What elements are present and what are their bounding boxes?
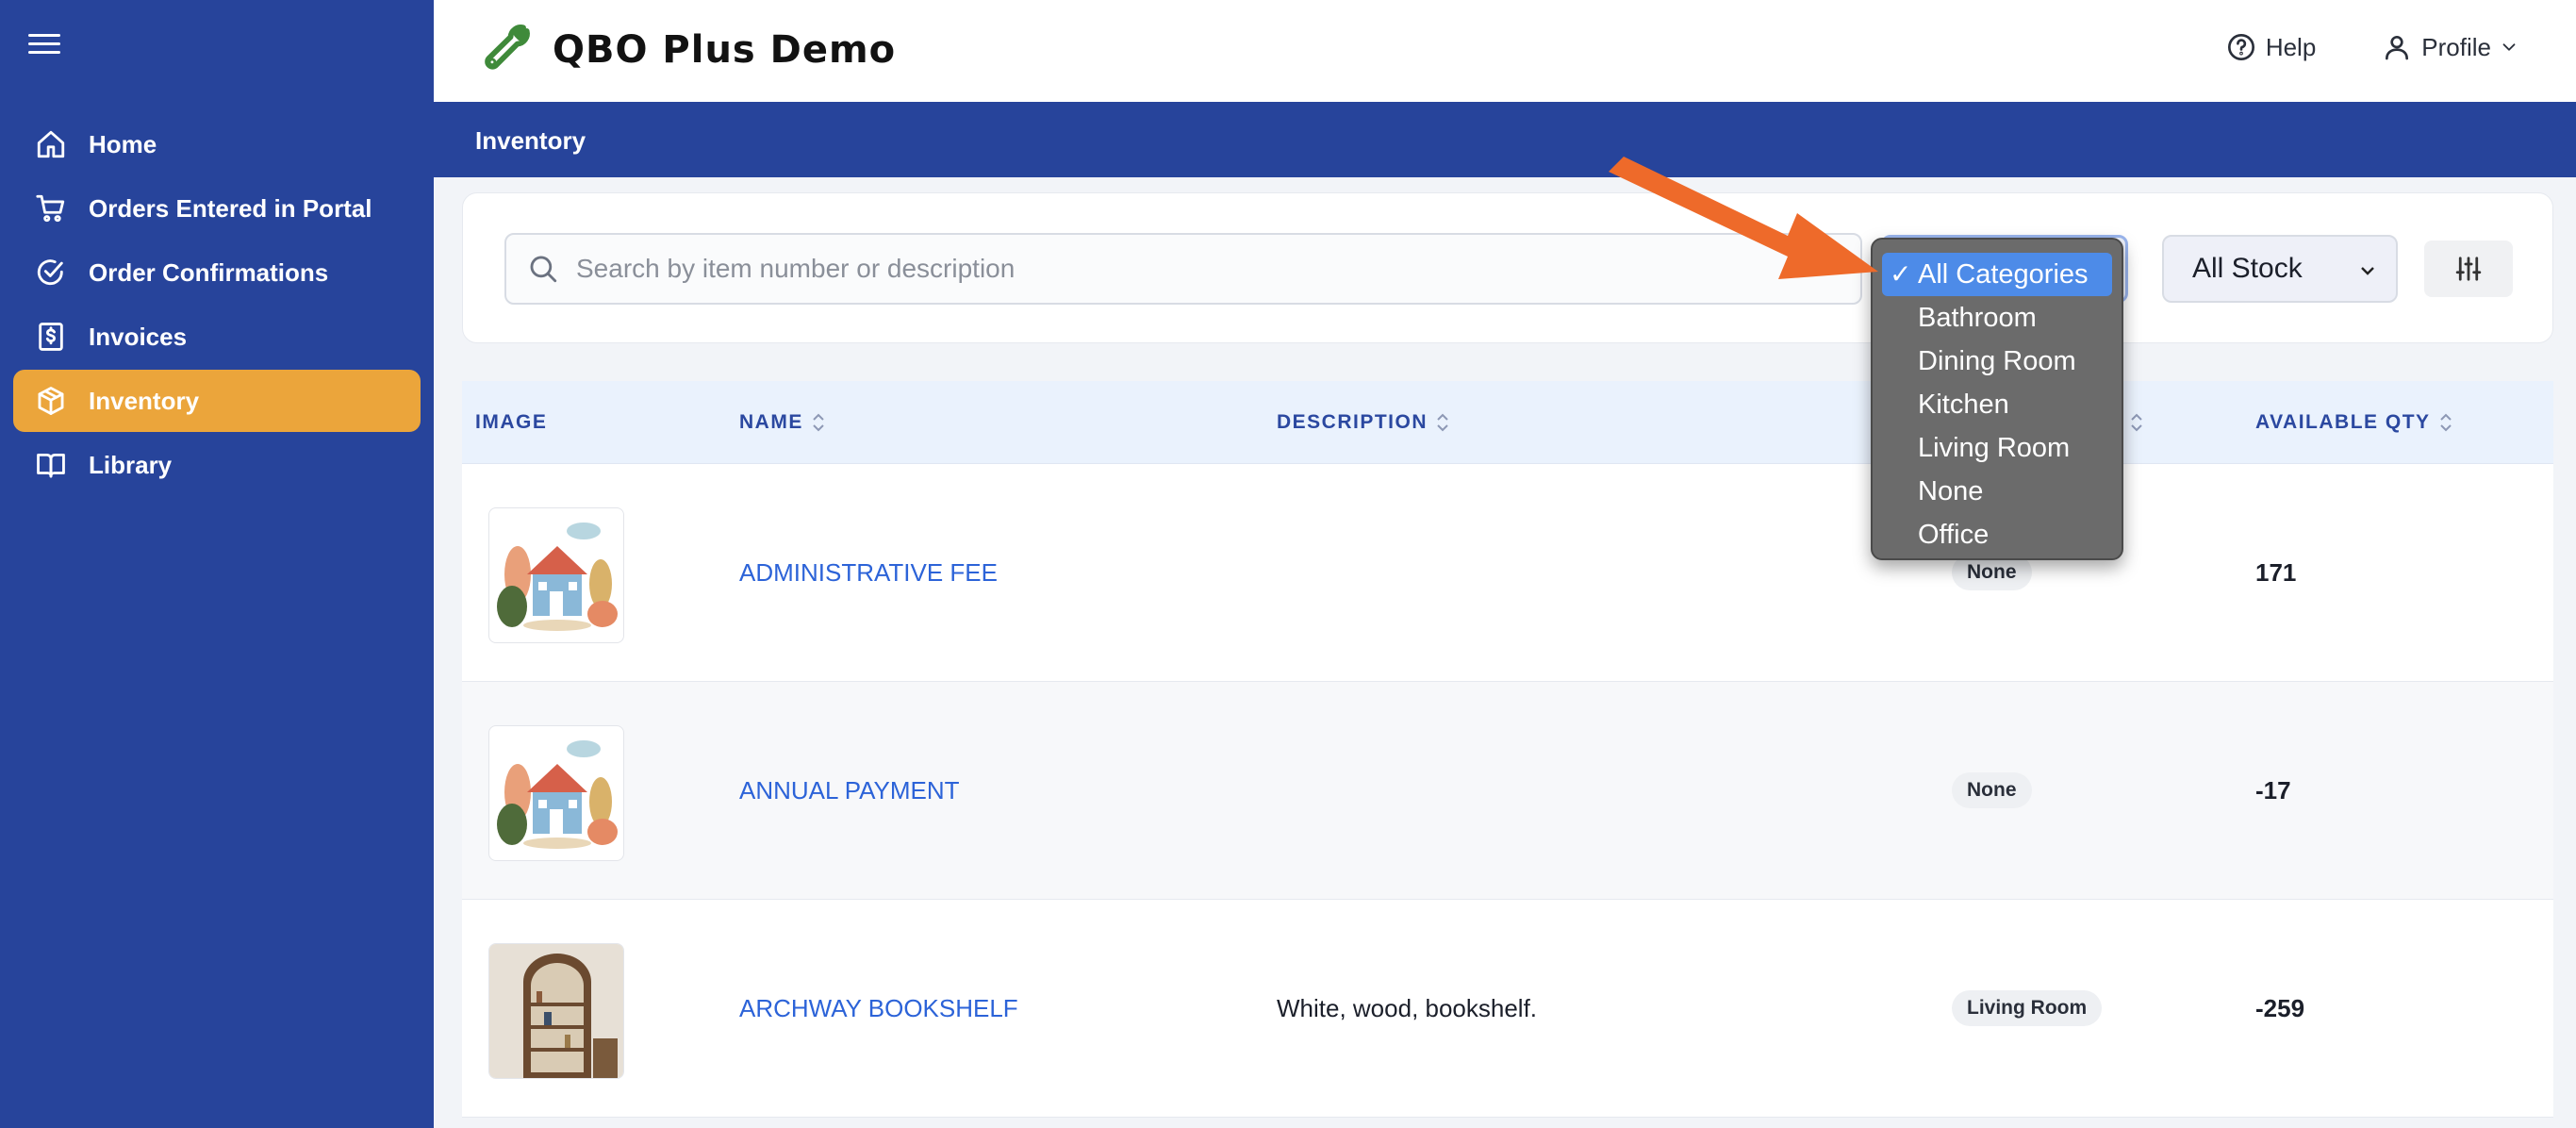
available-qty: 171 [2255, 558, 2297, 587]
help-button[interactable]: Help [2226, 32, 2316, 62]
column-header-description[interactable]: DESCRIPTION [1277, 411, 1450, 434]
column-header-image: IMAGE [475, 410, 548, 433]
sidebar-item-library[interactable]: Library [13, 434, 421, 496]
column-header-category[interactable] [2122, 411, 2144, 434]
invoice-dollar-icon [32, 318, 70, 356]
category-option-kitchen[interactable]: Kitchen [1882, 383, 2112, 426]
category-badge: Living Room [1952, 990, 2103, 1026]
sidebar-item-label: Home [89, 129, 157, 158]
category-option-office[interactable]: Office [1882, 513, 2112, 556]
sidebar-item-label: Order Confirmations [89, 257, 329, 287]
table-row[interactable]: ADMINISTRATIVE FEE None 171 [462, 464, 2553, 682]
category-dropdown-menu: ✓ All Categories Bathroom Dining Room Ki… [1871, 238, 2123, 560]
item-image-house [488, 725, 624, 861]
available-qty: -17 [2255, 776, 2291, 805]
category-option-dining-room[interactable]: Dining Room [1882, 340, 2112, 383]
page-title: Inventory [434, 102, 2576, 177]
app-title: QBO Plus Demo [553, 28, 897, 72]
brand: QBO Plus Demo [477, 23, 896, 77]
wrench-icon [485, 25, 530, 70]
user-icon [2386, 36, 2409, 60]
home-icon [32, 125, 70, 163]
sidebar-item-orders[interactable]: Orders Entered in Portal [13, 177, 421, 240]
sort-icon [2438, 411, 2453, 434]
available-qty: -259 [2255, 994, 2305, 1022]
column-header-name[interactable]: NAME [739, 411, 826, 434]
category-option-living-room[interactable]: Living Room [1882, 426, 2112, 470]
item-image-bookshelf [488, 943, 624, 1079]
search-icon [530, 256, 557, 283]
profile-label: Profile [2421, 32, 2491, 61]
sidebar-item-order-confirmations[interactable]: Order Confirmations [13, 241, 421, 304]
menu-icon[interactable] [28, 28, 60, 60]
sidebar-nav: Home Orders Entered in Portal Order Conf… [13, 113, 421, 498]
item-name-link[interactable]: ARCHWAY BOOKSHELF [739, 994, 1018, 1023]
sort-icon [811, 411, 826, 434]
sort-icon [1435, 411, 1450, 434]
filter-bar: All Stock [462, 192, 2553, 343]
sidebar-item-label: Inventory [89, 386, 200, 415]
item-image-house [488, 507, 624, 643]
category-badge: None [1952, 772, 2032, 808]
cart-icon [32, 190, 70, 227]
category-option-none[interactable]: None [1882, 470, 2112, 513]
item-description: White, wood, bookshelf. [1277, 994, 1538, 1022]
chevron-down-icon [2361, 267, 2374, 275]
column-header-available-qty[interactable]: AVAILABLE QTY [2255, 411, 2453, 434]
inventory-table: IMAGE NAME DESCRIPTION AVAILABLE QTY ADM… [462, 381, 2553, 1118]
sidebar-item-inventory[interactable]: Inventory [13, 370, 421, 432]
book-icon [32, 446, 70, 484]
category-option-all[interactable]: ✓ All Categories [1882, 253, 2112, 296]
sidebar-item-label: Orders Entered in Portal [89, 193, 372, 223]
item-name-link[interactable]: ANNUAL PAYMENT [739, 776, 960, 805]
column-settings-button[interactable] [2424, 241, 2513, 297]
item-name-link[interactable]: ADMINISTRATIVE FEE [739, 558, 998, 588]
help-label: Help [2265, 32, 2317, 61]
sidebar-item-label: Invoices [89, 322, 188, 351]
box-icon [32, 382, 70, 420]
check-circle-icon [32, 254, 70, 291]
sidebar: Home Orders Entered in Portal Order Conf… [0, 0, 434, 1128]
table-row[interactable]: ARCHWAY BOOKSHELF White, wood, bookshelf… [462, 900, 2553, 1118]
stock-select[interactable]: All Stock [2162, 235, 2398, 303]
stock-select-value: All Stock [2192, 253, 2303, 284]
top-actions: Help Profile [2160, 32, 2519, 62]
sort-icon [2129, 411, 2144, 434]
profile-menu[interactable]: Profile [2382, 32, 2519, 62]
chevron-down-icon [2502, 43, 2516, 51]
sliders-icon [2455, 257, 2482, 281]
top-header: QBO Plus Demo Help Profile [434, 0, 2576, 102]
sidebar-item-invoices[interactable]: Invoices [13, 306, 421, 368]
checkmark-icon: ✓ [1890, 259, 1912, 289]
annotation-arrow-icon [1609, 157, 1878, 279]
sidebar-item-label: Library [89, 450, 173, 479]
sidebar-item-home[interactable]: Home [13, 113, 421, 175]
help-icon [2227, 34, 2254, 60]
category-option-bathroom[interactable]: Bathroom [1882, 296, 2112, 340]
table-header: IMAGE NAME DESCRIPTION AVAILABLE QTY [462, 381, 2553, 464]
table-row[interactable]: ANNUAL PAYMENT None -17 [462, 682, 2553, 900]
